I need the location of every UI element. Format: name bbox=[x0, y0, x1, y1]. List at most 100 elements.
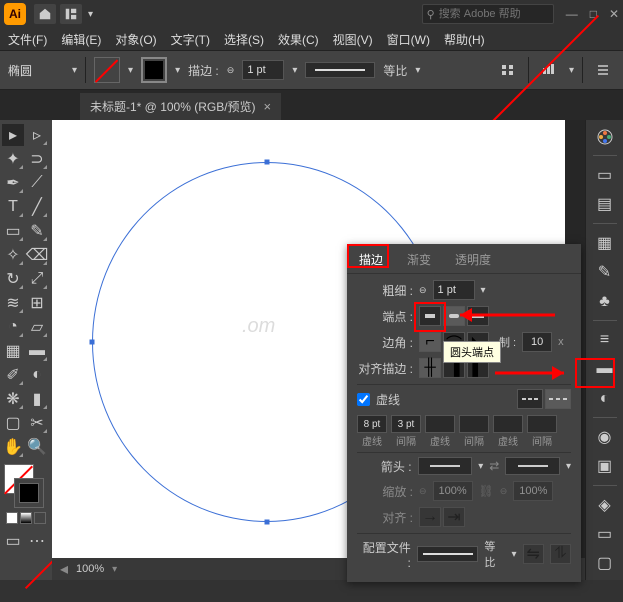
arrow-end-select[interactable] bbox=[505, 457, 560, 475]
anchor-point[interactable] bbox=[265, 160, 270, 165]
link-scale-icon[interactable]: ⛓ bbox=[479, 484, 494, 498]
tab-close-button[interactable]: × bbox=[264, 99, 272, 114]
dash-input-3[interactable] bbox=[459, 415, 489, 433]
none-mode[interactable] bbox=[34, 512, 46, 524]
rotate-tool[interactable]: ↻ bbox=[2, 268, 24, 290]
zoom-tool[interactable]: 🔍 bbox=[26, 436, 48, 458]
lasso-tool[interactable]: ⊃ bbox=[26, 148, 48, 170]
artboard-tool[interactable]: ▢ bbox=[2, 412, 24, 434]
anchor-point[interactable] bbox=[265, 520, 270, 525]
dash-input-4[interactable] bbox=[493, 415, 523, 433]
minimize-button[interactable]: — bbox=[566, 7, 578, 21]
screen-mode[interactable]: ▭ bbox=[2, 530, 24, 552]
stroke-swatch[interactable] bbox=[141, 57, 167, 83]
curvature-tool[interactable]: ⟋ bbox=[26, 172, 48, 194]
blend-tool[interactable]: ◐ bbox=[26, 364, 48, 386]
dash-input-1[interactable] bbox=[391, 415, 421, 433]
cap-projecting[interactable] bbox=[467, 306, 489, 326]
dashed-line-checkbox[interactable] bbox=[357, 393, 370, 406]
shape-builder-tool[interactable]: ◔ bbox=[2, 316, 24, 338]
transparency-panel-icon[interactable]: ◐ bbox=[594, 388, 616, 409]
layers-panel-icon[interactable]: ◈ bbox=[594, 494, 616, 515]
eyedropper-tool[interactable]: ✐ bbox=[2, 364, 24, 386]
edit-toolbar[interactable]: ⋯ bbox=[26, 530, 48, 552]
direct-selection-tool[interactable]: ▹ bbox=[26, 124, 48, 146]
line-tool[interactable]: ╱ bbox=[26, 196, 48, 218]
miter-limit-input[interactable] bbox=[522, 332, 552, 352]
symbol-sprayer-tool[interactable]: ❋ bbox=[2, 388, 24, 410]
width-tool[interactable]: ≋ bbox=[2, 292, 24, 314]
color-panel-icon[interactable] bbox=[594, 126, 616, 147]
libraries-panel-icon[interactable]: ▤ bbox=[594, 194, 616, 215]
graph-tool[interactable]: ▮ bbox=[26, 388, 48, 410]
slice-tool[interactable]: ✂ bbox=[26, 412, 48, 434]
pen-tool[interactable]: ✒ bbox=[2, 172, 24, 194]
dash-align-off[interactable] bbox=[517, 389, 543, 409]
menu-type[interactable]: 文字(T) bbox=[171, 31, 210, 48]
menu-help[interactable]: 帮助(H) bbox=[444, 31, 485, 48]
menu-edit[interactable]: 编辑(E) bbox=[61, 31, 101, 48]
menu-effect[interactable]: 效果(C) bbox=[278, 31, 319, 48]
eraser-tool[interactable]: ⌫ bbox=[26, 244, 48, 266]
graphic-styles-panel-icon[interactable]: ▣ bbox=[594, 456, 616, 477]
arrange-button[interactable] bbox=[60, 4, 82, 24]
artboards-panel-icon[interactable]: ▢ bbox=[594, 553, 616, 574]
swatches-panel-icon[interactable]: ▦ bbox=[594, 232, 616, 253]
dash-input-0[interactable] bbox=[357, 415, 387, 433]
paintbrush-tool[interactable]: ✎ bbox=[26, 220, 48, 242]
arrow-scale-start[interactable] bbox=[433, 481, 473, 501]
gradient-tool[interactable]: ▬ bbox=[26, 340, 48, 362]
align-panel-icon[interactable] bbox=[496, 58, 520, 82]
shaper-tool[interactable]: ✧ bbox=[2, 244, 24, 266]
type-tool[interactable]: T bbox=[2, 196, 24, 218]
appearance-panel-icon[interactable]: ◉ bbox=[594, 426, 616, 447]
cap-round[interactable] bbox=[443, 306, 465, 326]
menu-view[interactable]: 视图(V) bbox=[333, 31, 373, 48]
anchor-point[interactable] bbox=[90, 340, 95, 345]
search-box[interactable]: ⚲ bbox=[422, 4, 554, 24]
dash-align-corners[interactable] bbox=[545, 389, 571, 409]
panel-tab-stroke[interactable]: 描边 bbox=[347, 244, 395, 273]
perspective-tool[interactable]: ▱ bbox=[26, 316, 48, 338]
stroke-profile-preview[interactable] bbox=[305, 62, 375, 78]
document-tab[interactable]: 未标题-1* @ 100% (RGB/预览) × bbox=[80, 93, 281, 120]
panel-tab-transparency[interactable]: 透明度 bbox=[443, 244, 503, 273]
hand-tool[interactable]: ✋ bbox=[2, 436, 24, 458]
dash-input-5[interactable] bbox=[527, 415, 557, 433]
weight-input[interactable] bbox=[433, 280, 475, 300]
gradient-mode[interactable] bbox=[20, 512, 32, 524]
corner-miter[interactable]: ⌐ bbox=[419, 332, 441, 352]
magic-wand-tool[interactable]: ✦ bbox=[2, 148, 24, 170]
menu-window[interactable]: 窗口(W) bbox=[387, 31, 430, 48]
align-center[interactable]: ╫ bbox=[419, 358, 441, 378]
home-button[interactable] bbox=[34, 4, 56, 24]
properties-panel-icon[interactable]: ▭ bbox=[594, 164, 616, 185]
panel-menu-icon[interactable] bbox=[591, 58, 615, 82]
profile-preview[interactable] bbox=[417, 546, 479, 562]
brushes-panel-icon[interactable]: ✎ bbox=[594, 261, 616, 282]
fill-stroke-control[interactable] bbox=[2, 464, 46, 508]
mesh-tool[interactable]: ▦ bbox=[2, 340, 24, 362]
stroke-panel-icon[interactable]: ≡ bbox=[594, 329, 616, 350]
stroke-color[interactable] bbox=[14, 478, 44, 508]
stroke-weight-input[interactable] bbox=[242, 60, 284, 80]
zoom-level[interactable]: 100% bbox=[76, 563, 104, 575]
menu-file[interactable]: 文件(F) bbox=[8, 31, 47, 48]
free-transform-tool[interactable]: ⊞ bbox=[26, 292, 48, 314]
selection-tool[interactable]: ▸ bbox=[2, 124, 24, 146]
rectangle-tool[interactable]: ▭ bbox=[2, 220, 24, 242]
panel-tab-gradient[interactable]: 渐变 bbox=[395, 244, 443, 273]
cap-butt[interactable] bbox=[419, 306, 441, 326]
dash-input-2[interactable] bbox=[425, 415, 455, 433]
fill-swatch[interactable] bbox=[94, 57, 120, 83]
swap-arrows-icon[interactable]: ⇄ bbox=[489, 459, 499, 473]
arrow-scale-end[interactable] bbox=[513, 481, 553, 501]
scale-tool[interactable]: ⤢ bbox=[26, 268, 48, 290]
symbols-panel-icon[interactable]: ♣ bbox=[594, 291, 616, 312]
color-mode[interactable] bbox=[6, 512, 18, 524]
search-input[interactable] bbox=[439, 8, 549, 20]
menu-select[interactable]: 选择(S) bbox=[224, 31, 264, 48]
close-button[interactable]: ✕ bbox=[609, 7, 619, 21]
gradient-panel-icon[interactable]: ▬ bbox=[594, 359, 616, 380]
asset-export-panel-icon[interactable]: ▭ bbox=[594, 523, 616, 544]
